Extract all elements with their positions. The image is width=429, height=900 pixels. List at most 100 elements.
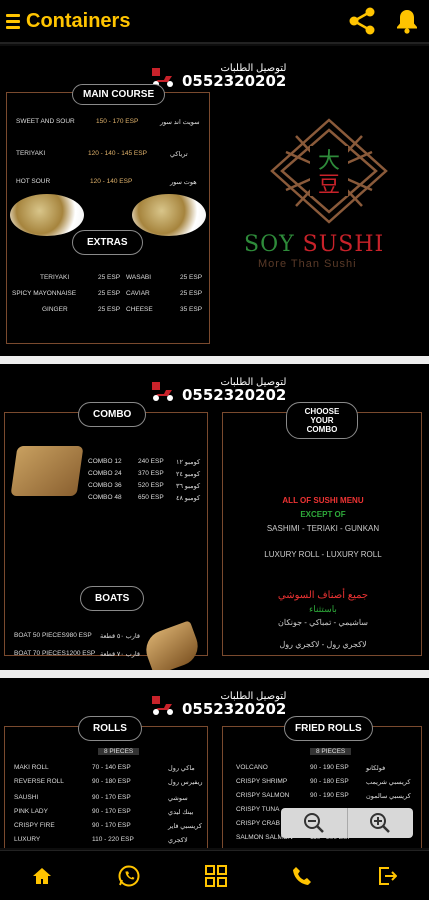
combo-title: COMBO <box>78 402 147 427</box>
combo-arabic: كومبو ٢٤ <box>176 471 201 478</box>
share-icon[interactable] <box>347 6 377 36</box>
roll-price: 110 - 220 ESP <box>92 836 134 843</box>
roll-price: 90 - 180 ESP <box>92 778 131 785</box>
delivery-phone: 0552320202 <box>182 72 287 90</box>
grid-icon[interactable] <box>205 864 228 887</box>
roll-price: 90 - 170 ESP <box>92 808 131 815</box>
fried-row: VOLCANO <box>236 764 268 771</box>
extras-price: 25 ESP <box>98 274 121 281</box>
menu-price: 120 - 140 - 145 ESP <box>88 150 147 157</box>
luxury-text: LUXURY ROLL - LUXURY ROLL <box>264 550 382 559</box>
bell-icon[interactable] <box>395 8 419 34</box>
svg-text:大: 大 <box>318 149 340 174</box>
arabic-luxury: لاكجري رول - لاكجري رول <box>279 640 367 649</box>
extras-title: EXTRAS <box>72 230 143 255</box>
fried-price: 90 - 190 ESP <box>310 764 349 771</box>
extras-price: 35 ESP <box>180 306 203 313</box>
fried-price: 90 - 180 ESP <box>310 778 349 785</box>
combo-row: COMBO 12 <box>88 458 122 465</box>
all-menu-text: ALL OF SUSHI MENU <box>282 496 364 505</box>
fried-price: 90 - 190 ESP <box>310 792 349 799</box>
boat-price: 1200 ESP <box>66 650 96 657</box>
extras-price: 25 ESP <box>98 290 121 297</box>
menu-arabic: هوت سور <box>170 179 197 186</box>
combo-price: 240 ESP <box>138 458 164 465</box>
menu-icon[interactable] <box>6 13 20 29</box>
boat-arabic: قارب ٥٠ قطعة <box>100 633 141 640</box>
home-icon[interactable] <box>32 866 52 886</box>
roll-arabic: بينك ليدي <box>168 809 194 816</box>
roll-arabic: سوشي <box>168 795 188 802</box>
extras-price: 25 ESP <box>180 290 203 297</box>
menu-row: SWEET AND SOUR <box>16 118 75 125</box>
arabic-all-menu: جميع أصناف السوشي <box>277 590 369 601</box>
zoom-in-button[interactable] <box>348 808 414 838</box>
phone-icon[interactable] <box>292 866 312 886</box>
page-title: Containers <box>26 9 131 32</box>
combo-arabic: كومبو ١٢ <box>176 459 201 466</box>
menu-gallery[interactable]: لتوصيل الطلبات 0552320202 MAIN COURSE SW… <box>0 46 429 848</box>
except-of-text: EXCEPT OF <box>300 510 346 519</box>
menu-price: 120 - 140 ESP <box>90 178 133 185</box>
boat-price: 980 ESP <box>66 632 92 639</box>
roll-arabic: كريسبي فاير <box>168 823 202 830</box>
roll-row: MAKI ROLL <box>14 764 49 771</box>
arabic-except-list: ساشيمي - تمباكي - جونكان <box>278 618 368 627</box>
roll-row: LUXURY <box>14 836 41 843</box>
fried-row: CRISPY SHRIMP <box>236 778 288 785</box>
main-course-title: MAIN COURSE <box>72 84 166 105</box>
food-photo-noodles <box>10 194 84 236</box>
whatsapp-icon[interactable] <box>117 864 141 888</box>
arabic-except: باستثناء <box>309 604 337 614</box>
menu-row: TERIYAKI <box>16 150 46 157</box>
zoom-in-icon <box>370 813 391 833</box>
delivery-scooter-icon <box>152 381 173 401</box>
menu-page-1[interactable]: لتوصيل الطلبات 0552320202 MAIN COURSE SW… <box>0 46 429 356</box>
menu-arabic: ترياكي <box>170 151 188 158</box>
logout-icon[interactable] <box>377 866 397 886</box>
combo-price: 520 ESP <box>138 482 164 489</box>
delivery-header: لتوصيل الطلبات 0552320202 <box>150 378 286 403</box>
roll-arabic: ماكي رول <box>168 765 195 772</box>
roll-row: SAUSHI <box>14 794 39 801</box>
choose-combo-title: CHOOSE YOUR COMBO <box>286 402 358 439</box>
zoom-out-icon <box>303 813 324 833</box>
boat-row: BOAT 70 PIECES <box>14 650 66 657</box>
fried-row: CRISPY TUNA <box>236 806 280 813</box>
menu-arabic: سويت اند سور <box>160 119 200 126</box>
roll-price: 90 - 170 ESP <box>92 794 131 801</box>
fried-arabic: كريسبي سالمون <box>366 793 411 800</box>
roll-price: 70 - 140 ESP <box>92 764 131 771</box>
boat-row: BOAT 50 PIECES <box>14 632 66 639</box>
menu-page-2[interactable]: لتوصيل الطلبات 0552320202 COMBO COMBO 12… <box>0 364 429 670</box>
app-bar: Containers <box>0 0 429 44</box>
zoom-out-button[interactable] <box>281 808 347 838</box>
fried-rolls-title: FRIED ROLLS <box>284 716 373 741</box>
extras-row: WASABI <box>126 274 152 281</box>
rolls-title: ROLLS <box>78 716 142 741</box>
brand-tagline: More Than Sushi <box>258 258 357 270</box>
extras-price: 25 ESP <box>98 306 121 313</box>
zoom-controls <box>281 808 413 838</box>
extras-row: CAVIAR <box>126 290 150 297</box>
extras-row: TERIYAKI <box>40 274 70 281</box>
delivery-scooter-icon <box>152 695 173 715</box>
roll-row: PINK LADY <box>14 808 48 815</box>
boats-title: BOATS <box>80 586 145 611</box>
combo-row: COMBO 24 <box>88 470 122 477</box>
svg-text:豆: 豆 <box>318 173 340 198</box>
extras-price: 25 ESP <box>180 274 203 281</box>
combo-arabic: كومبو ٤٨ <box>176 495 201 502</box>
fried-row: CRISPY CRAB <box>236 820 280 827</box>
rolls-subtitle: 8 PIECES <box>98 748 140 755</box>
roll-row: CRISPY FIRE <box>14 822 55 829</box>
combo-row: COMBO 36 <box>88 482 122 489</box>
soy-sushi-logo: 大 豆 <box>270 118 388 224</box>
delivery-header: لتوصيل الطلبات 0552320202 <box>150 692 286 717</box>
fried-row: CRISPY SALMON <box>236 792 290 799</box>
roll-row: REVERSE ROLL <box>14 778 64 785</box>
menu-row: HOT SOUR <box>16 178 51 185</box>
combo-price: 650 ESP <box>138 494 164 501</box>
fried-arabic: كريسبي شريمب <box>366 779 411 786</box>
extras-row: CHEESE <box>126 306 153 313</box>
